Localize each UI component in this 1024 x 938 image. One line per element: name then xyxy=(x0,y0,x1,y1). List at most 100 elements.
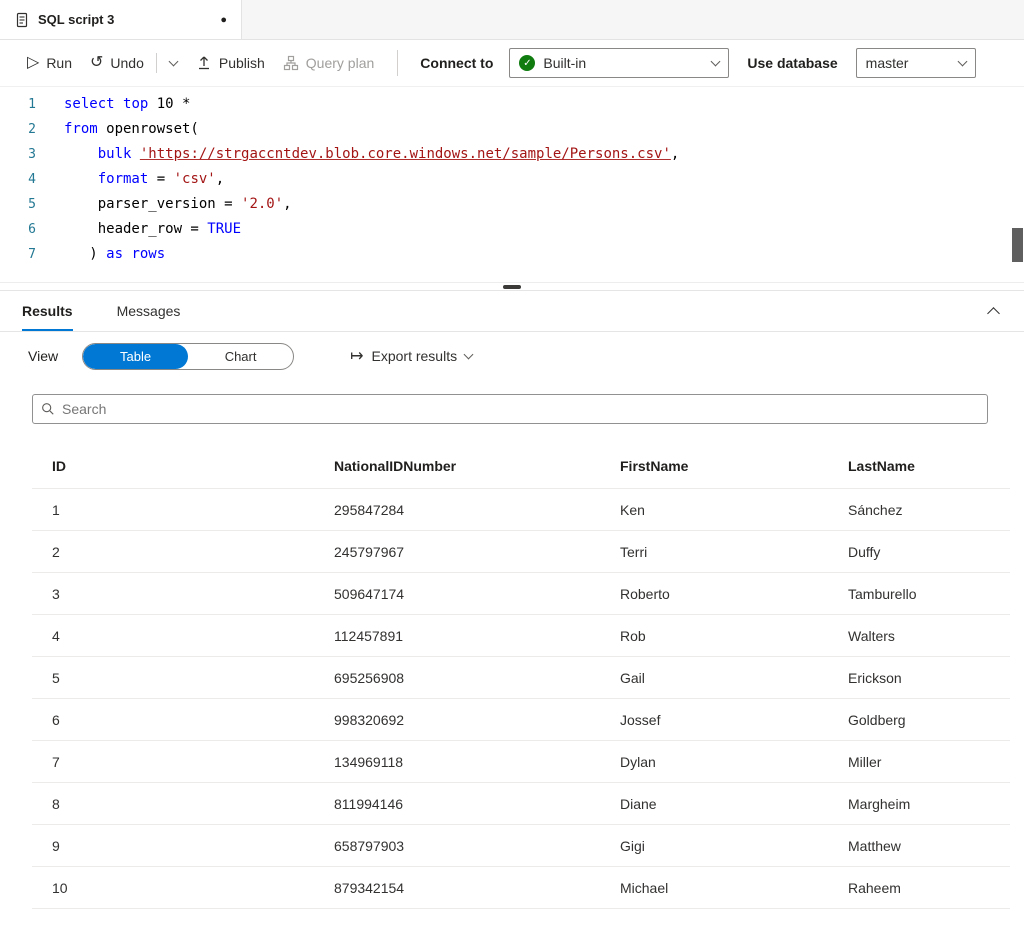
table-cell: Raheem xyxy=(848,879,901,896)
tab-results[interactable]: Results xyxy=(22,291,73,331)
table-row[interactable]: 8 811994146 Diane Margheim xyxy=(32,783,1010,825)
table-cell: Miller xyxy=(848,753,882,770)
view-toggle-chart[interactable]: Chart xyxy=(188,344,293,369)
pane-splitter[interactable] xyxy=(0,282,1024,291)
column-header[interactable]: LastName xyxy=(848,458,1010,474)
table-cell: 4 xyxy=(52,627,60,644)
table-cell: Michael xyxy=(620,879,669,896)
code-token: '2.0' xyxy=(241,196,284,212)
sql-editor[interactable]: 1 select top 10 * 2 from openrowset(3 bulk … xyxy=(0,87,1024,282)
run-button[interactable]: ▷ Run xyxy=(18,47,81,79)
publish-icon xyxy=(198,56,209,70)
column-header[interactable]: ID xyxy=(52,458,334,474)
results-body: 1 295847284 Ken Sánchez 2 245797967 Terri Duffy… xyxy=(0,489,1024,909)
modified-indicator-dot: ● xyxy=(220,13,227,26)
collapse-results-button[interactable] xyxy=(987,291,1000,331)
code-line[interactable]: 3 bulk 'https://strgaccntdev.blob.core.w… xyxy=(0,142,1024,167)
table-cell: 879342154 xyxy=(334,879,405,896)
table-cell: Walters xyxy=(848,627,895,644)
code-token: , xyxy=(670,146,680,162)
query-plan-button[interactable]: Query plan xyxy=(274,47,383,79)
code-token: ) xyxy=(64,246,107,262)
code-line[interactable]: 2 from openrowset( xyxy=(0,117,1024,142)
tab-title: SQL script 3 xyxy=(38,12,115,27)
table-row[interactable]: 7 134969118 Dylan Miller xyxy=(32,741,1010,783)
export-icon: ↦ xyxy=(350,348,364,365)
code-token: top xyxy=(123,96,149,112)
table-cell: 6 xyxy=(52,711,60,728)
messages-tab-label: Messages xyxy=(116,303,181,319)
more-actions-button[interactable] xyxy=(160,47,187,79)
table-cell: Gigi xyxy=(620,837,645,854)
table-cell: 5 xyxy=(52,669,60,686)
editor-vertical-scrollbar[interactable] xyxy=(1012,228,1023,262)
chevron-down-icon xyxy=(710,56,721,67)
line-number: 3 xyxy=(28,147,36,162)
column-header[interactable]: NationalIDNumber xyxy=(334,458,620,474)
code-line[interactable]: 5 parser_version = '2.0', xyxy=(0,192,1024,217)
database-dropdown[interactable]: master xyxy=(855,48,976,78)
table-cell: 1 xyxy=(52,501,60,518)
results-table: ID NationalIDNumber FirstName LastName 1 295… xyxy=(0,444,1024,909)
connected-check-icon: ✓ xyxy=(519,55,536,71)
table-row[interactable]: 6 998320692 Jossef Goldberg xyxy=(32,699,1010,741)
table-cell: Matthew xyxy=(848,837,901,854)
code-token: header_row = xyxy=(64,221,208,237)
export-results-button[interactable]: ↦ Export results xyxy=(350,346,474,366)
view-toggle-table[interactable]: Table xyxy=(83,343,189,369)
column-header[interactable]: FirstName xyxy=(620,458,848,474)
tab-messages[interactable]: Messages xyxy=(117,291,181,331)
toolbar-divider xyxy=(397,50,399,76)
results-tab-label: Results xyxy=(22,303,73,319)
code-line[interactable]: 1 select top 10 * xyxy=(0,92,1024,117)
table-row[interactable]: 1 295847284 Ken Sánchez xyxy=(32,489,1010,531)
chevron-up-icon xyxy=(987,306,1000,320)
results-tab-bar: Results Messages xyxy=(0,291,1024,332)
table-row[interactable]: 4 112457891 Rob Walters xyxy=(32,615,1010,657)
undo-icon: ↺ xyxy=(90,54,104,71)
table-cell: Duffy xyxy=(848,543,881,560)
code-text: format = 'csv', xyxy=(64,167,224,192)
connection-value: Built-in xyxy=(543,55,587,71)
code-text: select top 10 * xyxy=(64,92,190,117)
code-line[interactable]: 7 ) as rows xyxy=(0,242,1024,267)
search-box[interactable] xyxy=(32,394,988,424)
code-text: ) as rows xyxy=(64,242,165,267)
run-icon: ▷ xyxy=(27,54,40,71)
query-plan-label: Query plan xyxy=(305,55,375,71)
tab-bar: SQL script 3 ● xyxy=(0,0,1024,40)
results-header-row: ID NationalIDNumber FirstName LastName xyxy=(32,444,1010,489)
connect-to-label: Connect to xyxy=(420,55,494,71)
use-database-label: Use database xyxy=(747,55,838,71)
table-cell: Margheim xyxy=(848,795,911,812)
splitter-handle-icon[interactable] xyxy=(503,284,521,289)
table-cell: Ken xyxy=(620,501,645,518)
code-token: 10 * xyxy=(148,96,191,112)
line-number: 4 xyxy=(28,172,36,187)
table-row[interactable]: 3 509647174 Roberto Tamburello xyxy=(32,573,1010,615)
table-cell: 509647174 xyxy=(334,585,405,602)
connection-dropdown[interactable]: ✓ Built-in xyxy=(509,48,730,78)
chevron-down-icon xyxy=(957,56,968,67)
search-input[interactable] xyxy=(62,401,979,417)
publish-button[interactable]: Publish xyxy=(187,47,274,79)
code-line[interactable]: 4 format = 'csv', xyxy=(0,167,1024,192)
code-line[interactable]: 6 header_row = TRUE xyxy=(0,217,1024,242)
table-cell: Sánchez xyxy=(848,501,903,518)
table-cell: 3 xyxy=(52,585,60,602)
table-row[interactable]: 2 245797967 Terri Duffy xyxy=(32,531,1010,573)
table-cell: Rob xyxy=(620,627,646,644)
table-row[interactable]: 5 695256908 Gail Erickson xyxy=(32,657,1010,699)
search-icon xyxy=(42,403,54,415)
undo-button[interactable]: ↺ Undo xyxy=(81,47,153,79)
table-cell: 245797967 xyxy=(334,543,405,560)
chevron-down-icon xyxy=(463,349,474,360)
table-cell: Gail xyxy=(620,669,645,686)
table-row[interactable]: 10 879342154 Michael Raheem xyxy=(32,867,1010,909)
table-cell: Goldberg xyxy=(848,711,906,728)
tab-sql-script[interactable]: SQL script 3 ● xyxy=(0,0,242,39)
table-cell: 9 xyxy=(52,837,60,854)
table-row[interactable]: 9 658797903 Gigi Matthew xyxy=(32,825,1010,867)
